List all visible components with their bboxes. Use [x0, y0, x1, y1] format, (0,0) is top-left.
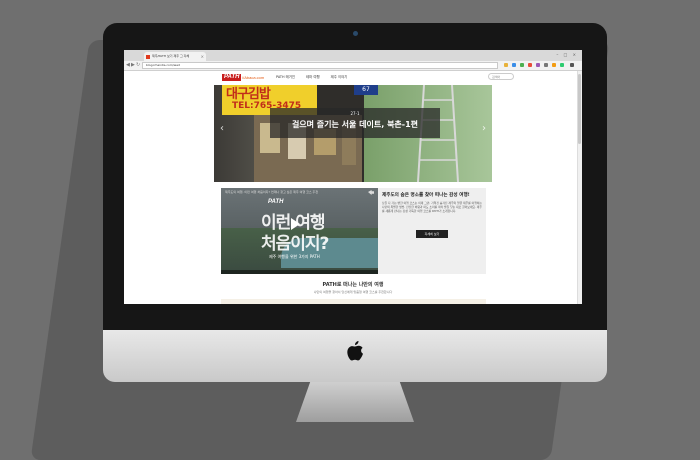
main-nav: PATH 매거진 테마 여행 제주 이야기 [276, 74, 357, 81]
section-subtitle: 나만의 여행을 찾아서 당신에게 맞춤형 여행 코스를 추천합니다 [313, 290, 393, 294]
video-header-text: 제주도의 여행, 이런 여행 처음이지? 언제나 찾고 싶은 제주 여행 코스 … [225, 190, 319, 194]
content-strip [221, 299, 486, 304]
extension-icon-green[interactable] [520, 63, 524, 67]
next-arrow-icon[interactable]: › [482, 123, 486, 134]
video-player[interactable]: 제주도의 여행, 이런 여행 처음이지? 언제나 찾고 싶은 제주 여행 코스 … [221, 188, 378, 274]
browser-window: 제주/PATH 보기 제주 그 자체 × – □ × ◀ ▶ ↻ blog.ir… [124, 50, 582, 304]
hero-number: 27-1 [350, 111, 360, 116]
forward-icon[interactable]: ▶ [131, 62, 135, 69]
site-header: PATH //Abaca.com PATH 매거진 테마 여행 제주 이야기 검… [214, 71, 514, 86]
hero-slider[interactable]: 대구김밥 TEL:765-3475 67 27-1 걸으며 즐기는 서울 데이트… [214, 85, 492, 182]
favicon-icon [146, 55, 150, 59]
web-page: PATH //Abaca.com PATH 매거진 테마 여행 제주 이야기 검… [124, 71, 582, 304]
scrollbar[interactable] [577, 71, 582, 304]
video-control-bar[interactable] [221, 270, 378, 274]
section-title: PATH로 떠나는 나만의 여행 [322, 282, 384, 288]
nav-item-magazine[interactable]: PATH 매거진 [276, 75, 295, 79]
back-icon[interactable]: ◀ [126, 62, 130, 69]
site-logo[interactable]: PATH [222, 74, 242, 81]
camera-icon [353, 31, 358, 36]
promo-body: 남들 다 가는 뻔한 여행 코스는 이제 그만, 가려진 숨겨진 제주의 얼굴 … [382, 201, 482, 213]
prev-arrow-icon[interactable]: ‹ [220, 123, 224, 134]
reload-icon[interactable]: ↻ [136, 62, 140, 69]
tab-bar: 제주/PATH 보기 제주 그 자체 × – □ × [124, 50, 582, 61]
hero-caption[interactable]: 27-1 걸으며 즐기는 서울 데이트, 북촌-1편 [270, 108, 440, 138]
window-controls[interactable]: – □ × [556, 52, 578, 57]
nav-item-theme[interactable]: 테마 여행 [306, 75, 320, 79]
nav-item-story[interactable]: 제주 이야기 [331, 75, 348, 79]
extension-icon-red[interactable] [528, 63, 532, 67]
more-button[interactable]: 자세히 보기 [416, 230, 448, 238]
video-logo: PATH [268, 199, 284, 205]
video-subtitle: 제주 여행을 위한 3가지 PATH [269, 254, 320, 259]
imac-stand [296, 382, 414, 422]
play-icon[interactable] [291, 218, 300, 230]
tab-title: 제주/PATH 보기 제주 그 자체 [152, 54, 190, 58]
apple-logo-icon [347, 341, 363, 361]
browser-tab[interactable]: 제주/PATH 보기 제주 그 자체 × [144, 52, 206, 61]
url-input[interactable]: blog.irhandis.com/wed [142, 62, 498, 69]
menu-icon[interactable] [570, 63, 574, 67]
extension-icon-star[interactable] [504, 63, 508, 67]
hero-title[interactable]: 걸으며 즐기는 서울 데이트, 북촌-1편 [270, 119, 440, 130]
sign-text: 대구김밥 [226, 87, 271, 102]
extension-icon-blue[interactable] [512, 63, 516, 67]
promo-text: 제주도의 숨은 명소를 찾아 떠나는 감성 여행! 남들 다 가는 뻔한 여행 … [382, 192, 482, 213]
video-headline-2: 처음이지? [261, 234, 329, 254]
search-input[interactable]: 검색어 [488, 73, 514, 80]
extension-icon-purple[interactable] [536, 63, 540, 67]
tab-close-icon[interactable]: × [201, 52, 204, 61]
extension-icon-gray[interactable] [544, 63, 548, 67]
promo-block: 제주도의 여행, 이런 여행 처음이지? 언제나 찾고 싶은 제주 여행 코스 … [221, 188, 486, 274]
site-logo-sub[interactable]: //Abaca.com [242, 74, 264, 81]
address-bar: ◀ ▶ ↻ blog.irhandis.com/wed [124, 61, 582, 71]
hero-photo-blue-sign: 67 [354, 85, 378, 95]
scrollbar-thumb[interactable] [578, 74, 581, 144]
extension-icon-teal[interactable] [560, 63, 564, 67]
extension-icon-orange[interactable] [552, 63, 556, 67]
promo-title: 제주도의 숨은 명소를 찾아 떠나는 감성 여행! [382, 193, 470, 198]
